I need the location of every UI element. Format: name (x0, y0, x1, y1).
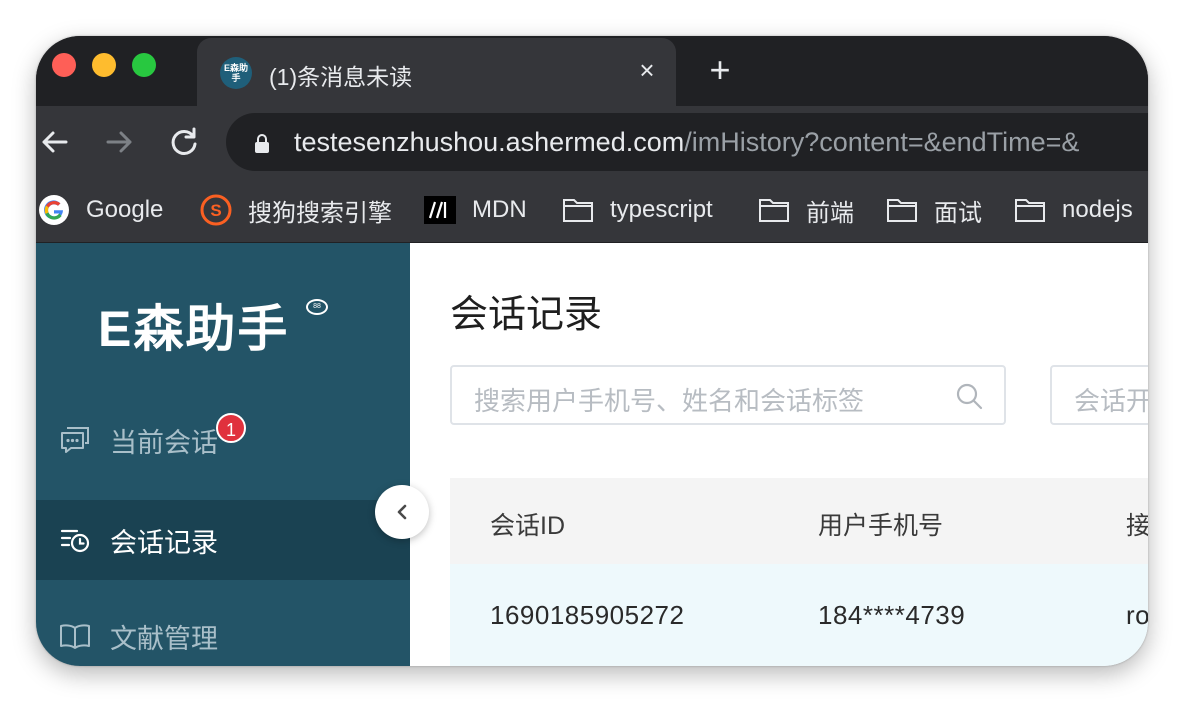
mdn-icon (424, 194, 456, 226)
back-arrow-icon (42, 131, 68, 153)
unread-badge: 1 (216, 413, 246, 443)
cell-phone: 184****4739 (818, 600, 966, 630)
bookmarks-bar: Google S 搜狗搜索引擎 MDN typescript 前端 面试 nod… (36, 178, 1148, 243)
reload-button[interactable] (164, 122, 204, 162)
sidebar-item-label: 文献管理 (110, 623, 218, 654)
forward-button[interactable] (100, 122, 140, 162)
bookmark-frontend[interactable]: 前端 (758, 178, 854, 242)
chat-icon (58, 423, 92, 457)
new-tab-button[interactable]: + (702, 52, 738, 88)
svg-text:S: S (210, 201, 221, 220)
sidebar-item-label: 会话记录 (110, 527, 218, 558)
chevron-left-icon (397, 504, 407, 520)
forward-arrow-icon (106, 131, 132, 153)
session-start-date-input[interactable]: 会话开 (1050, 365, 1148, 425)
folder-icon (886, 194, 918, 226)
zoom-window-button[interactable] (132, 53, 156, 77)
bookmark-label: typescript (610, 196, 713, 223)
bookmark-label: 面试 (934, 199, 982, 227)
table-header: 会话ID 用户手机号 接 (450, 478, 1148, 566)
sidebar-item-label: 当前会话 (110, 427, 218, 458)
bookmark-sogou[interactable]: S 搜狗搜索引擎 (200, 178, 392, 242)
reload-icon (171, 127, 197, 155)
browser-tab[interactable]: E森助手 (1)条消息未读 × (197, 38, 676, 106)
column-header-agent: 接 (1126, 512, 1148, 540)
tab-strip: E森助手 (1)条消息未读 × + (36, 36, 1148, 106)
cell-session-id: 1690185905272 (490, 600, 685, 630)
bookmark-google[interactable]: Google (38, 178, 163, 242)
back-button[interactable] (36, 122, 76, 162)
bookmark-interview[interactable]: 面试 (886, 178, 982, 242)
bookmark-typescript[interactable]: typescript (562, 178, 713, 242)
main-content: 会话记录 搜索用户手机号、姓名和会话标签 会话开 会话ID 用户手机号 接 16… (410, 243, 1148, 666)
column-header-phone: 用户手机号 (818, 512, 944, 540)
search-placeholder: 搜索用户手机号、姓名和会话标签 (474, 386, 865, 416)
cell-agent: ro (1126, 600, 1148, 630)
tab-title: (1)条消息未读 (269, 64, 413, 90)
history-icon (58, 523, 92, 557)
browser-window: E森助手 (1)条消息未读 × + testesenzhushou.asherm… (36, 36, 1148, 666)
logo-badge: 88 (306, 299, 328, 315)
sogou-icon: S (200, 194, 232, 226)
url-host: testesenzhushou.ashermed.com (294, 127, 685, 157)
search-input[interactable]: 搜索用户手机号、姓名和会话标签 (450, 365, 1006, 425)
lock-icon (255, 134, 269, 153)
bookmark-label: nodejs (1062, 196, 1133, 223)
browser-toolbar: testesenzhushou.ashermed.com/imHistory?c… (36, 106, 1148, 178)
url-text: testesenzhushou.ashermed.com/imHistory?c… (294, 127, 1079, 158)
google-icon (38, 194, 70, 226)
url-path: /imHistory?content=&endTime=& (684, 127, 1080, 157)
date-placeholder: 会话开 (1074, 386, 1148, 416)
tab-close-icon[interactable]: × (633, 56, 661, 84)
folder-icon (758, 194, 790, 226)
address-bar[interactable]: testesenzhushou.ashermed.com/imHistory?c… (226, 113, 1148, 171)
column-header-session-id: 会话ID (490, 512, 566, 540)
page-title: 会话记录 (450, 294, 603, 336)
bookmark-label: MDN (472, 196, 527, 223)
close-window-button[interactable] (52, 53, 76, 77)
bookmark-label: 前端 (806, 199, 854, 227)
favicon-icon: E森助手 (220, 57, 252, 89)
sidebar-item-literature[interactable]: 文献管理 (36, 596, 410, 666)
bookmark-nodejs[interactable]: nodejs (1014, 178, 1133, 242)
folder-icon (1014, 194, 1046, 226)
minimize-window-button[interactable] (92, 53, 116, 77)
bookmark-mdn[interactable]: MDN (424, 178, 527, 242)
app-logo: E森助手 (98, 301, 290, 357)
search-icon[interactable] (954, 381, 984, 411)
folder-icon (562, 194, 594, 226)
sidebar: E森助手 88 当前会话 1 会话记录 文献管理 (36, 243, 410, 666)
bookmark-label: Google (86, 196, 164, 223)
table-row[interactable]: 1690185905272 184****4739 ro (450, 564, 1148, 666)
web-app: E森助手 88 当前会话 1 会话记录 文献管理 会话记录 搜索用户手机号、姓名… (36, 243, 1148, 666)
book-icon (58, 619, 92, 653)
sidebar-item-chat-history[interactable]: 会话记录 (36, 500, 410, 580)
bookmark-label: 搜狗搜索引擎 (248, 199, 392, 227)
